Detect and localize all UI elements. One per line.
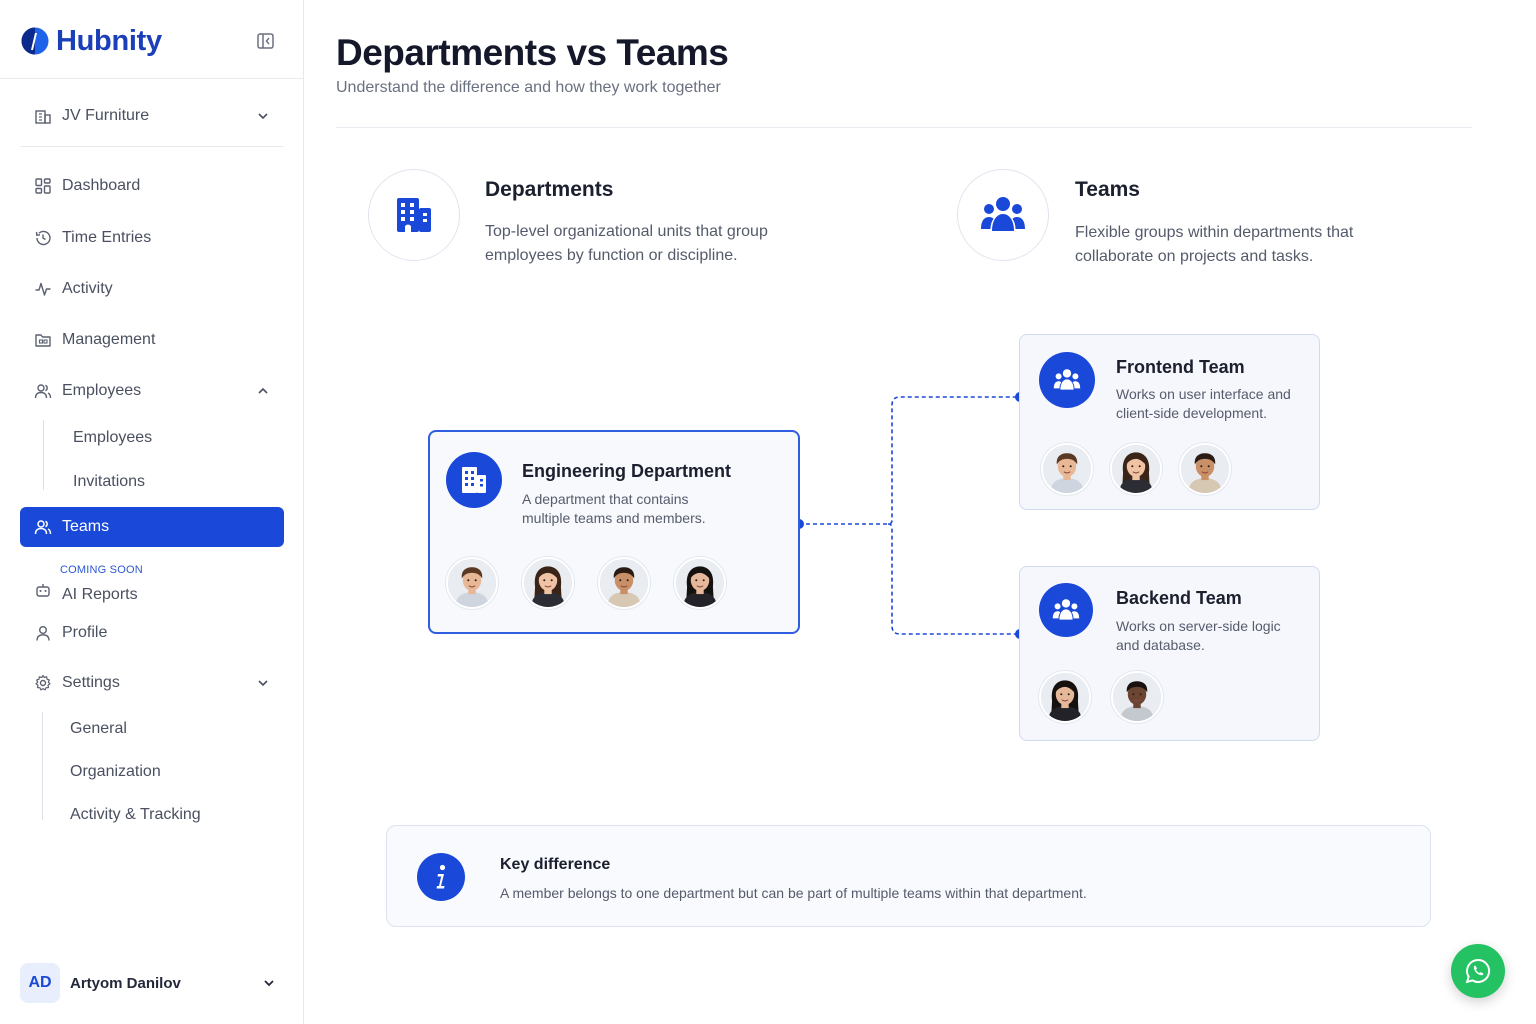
- chevron-down-icon: [264, 980, 274, 987]
- gear-icon: [35, 674, 51, 691]
- member-avatar[interactable]: [446, 557, 498, 609]
- dashboard-icon: [35, 178, 51, 194]
- folder-icon: [35, 334, 51, 347]
- department-name: Engineering Department: [522, 461, 732, 481]
- organization-name: JV Furniture: [62, 107, 150, 124]
- frontend-team-icon: [1039, 352, 1095, 408]
- nav-label: Profile: [62, 624, 108, 641]
- member-avatar[interactable]: [674, 557, 726, 609]
- frontend-team-name: Frontend Team: [1116, 357, 1245, 377]
- member-avatar[interactable]: [1039, 671, 1091, 723]
- user-name: Artyom Danilov: [70, 974, 181, 992]
- users-group-icon: [981, 197, 1025, 231]
- frontend-team-description: Works on user interface and client-side …: [1116, 386, 1291, 421]
- subnav-general[interactable]: General: [70, 717, 127, 741]
- users-icon: [34, 384, 52, 399]
- backend-team-icon: [1039, 583, 1093, 637]
- collapse-sidebar-button[interactable]: [256, 32, 276, 50]
- key-difference-callout: Key difference A member belongs to one d…: [386, 825, 1431, 927]
- member-avatar[interactable]: [598, 557, 650, 609]
- whatsapp-icon: [1465, 958, 1491, 984]
- nav-label: Employees: [62, 382, 142, 399]
- sidebar-divider: [0, 78, 304, 79]
- page-subtitle: Understand the difference and how they w…: [336, 79, 721, 96]
- nav-management[interactable]: Management: [20, 320, 284, 360]
- tree-guide-line: [43, 420, 44, 490]
- departments-concept-icon: [368, 169, 460, 261]
- member-avatar[interactable]: [1041, 443, 1093, 495]
- nav-label: Management: [62, 331, 156, 348]
- key-difference-title: Key difference: [500, 856, 611, 873]
- member-avatar[interactable]: [1179, 443, 1231, 495]
- departments-description: Top-level organizational units that grou…: [485, 223, 768, 264]
- chevron-down-icon: [258, 113, 268, 120]
- member-avatar[interactable]: [1111, 671, 1163, 723]
- avatar: AD: [20, 963, 60, 1003]
- users-group-icon: [1052, 599, 1080, 620]
- nav-activity[interactable]: Activity: [20, 269, 284, 309]
- nav-time-entries[interactable]: Time Entries: [20, 218, 284, 258]
- robot-icon: [36, 584, 50, 597]
- subnav-employees[interactable]: Employees: [73, 426, 152, 450]
- teams-description: Flexible groups within departments that …: [1075, 224, 1354, 265]
- nav-label: Dashboard: [62, 177, 141, 194]
- chevron-down-icon: [258, 680, 268, 687]
- hubnity-logo-icon: [21, 27, 49, 55]
- info-glyph-icon: [436, 864, 446, 889]
- page-title: Departments vs Teams: [336, 32, 729, 73]
- user-icon: [36, 626, 50, 641]
- hierarchy-connectors: [794, 392, 1025, 639]
- backend-team-card[interactable]: Backend Team Works on server-side logic …: [1019, 566, 1320, 741]
- member-avatar[interactable]: [1110, 443, 1162, 495]
- member-avatar[interactable]: [522, 557, 574, 609]
- nav-ai-reports[interactable]: AI Reports: [20, 572, 284, 608]
- backend-team-name: Backend Team: [1116, 588, 1242, 608]
- nav-dashboard[interactable]: Dashboard: [20, 166, 284, 206]
- organization-select[interactable]: JV Furniture: [20, 98, 284, 134]
- subnav-organization[interactable]: Organization: [70, 760, 161, 784]
- nav-label: Time Entries: [62, 229, 152, 246]
- frontend-team-card[interactable]: Frontend Team Works on user interface an…: [1019, 334, 1320, 510]
- department-description: A department that contains multiple team…: [522, 491, 706, 526]
- departments-title: Departments: [485, 178, 614, 201]
- teams-icon: [34, 520, 52, 535]
- users-group-icon: [1053, 369, 1081, 390]
- brand-name: Hubnity: [56, 24, 162, 57]
- building-icon: [397, 198, 431, 232]
- nav-employees[interactable]: Employees: [20, 371, 284, 411]
- engineering-department-card[interactable]: Engineering Department A department that…: [428, 430, 800, 634]
- sidebar-collapse-icon: [257, 33, 274, 49]
- nav-label: Teams: [62, 518, 110, 535]
- history-clock-icon: [35, 230, 51, 246]
- activity-pulse-icon: [35, 282, 51, 296]
- sidebar: Hubnity JV Furniture Dashboard Time Entr…: [0, 0, 304, 1024]
- backend-team-description: Works on server-side logic and database.: [1116, 618, 1281, 653]
- building-outline-icon: [35, 110, 51, 124]
- brand-logo[interactable]: Hubnity: [20, 24, 162, 58]
- nav-label: Activity: [62, 280, 113, 297]
- nav-settings[interactable]: Settings: [20, 663, 284, 703]
- nav-label: AI Reports: [62, 586, 138, 603]
- teams-title: Teams: [1075, 178, 1140, 201]
- nav-label: Settings: [62, 674, 120, 691]
- nav-teams[interactable]: Teams: [20, 507, 284, 547]
- info-icon: [417, 853, 465, 901]
- chevron-up-icon: [258, 387, 268, 394]
- header-divider: [336, 127, 1472, 128]
- sidebar-divider: [20, 146, 284, 147]
- user-menu[interactable]: AD Artyom Danilov: [20, 962, 284, 1004]
- key-difference-text: A member belongs to one department but c…: [500, 885, 1087, 901]
- teams-concept-icon: [957, 169, 1049, 261]
- building-icon: [462, 467, 486, 493]
- subnav-activity-tracking[interactable]: Activity & Tracking: [70, 803, 201, 827]
- department-card-icon: [446, 452, 502, 508]
- subnav-invitations[interactable]: Invitations: [73, 470, 145, 494]
- whatsapp-chat-button[interactable]: [1451, 944, 1505, 998]
- tree-guide-line: [42, 712, 43, 820]
- nav-profile[interactable]: Profile: [20, 613, 284, 653]
